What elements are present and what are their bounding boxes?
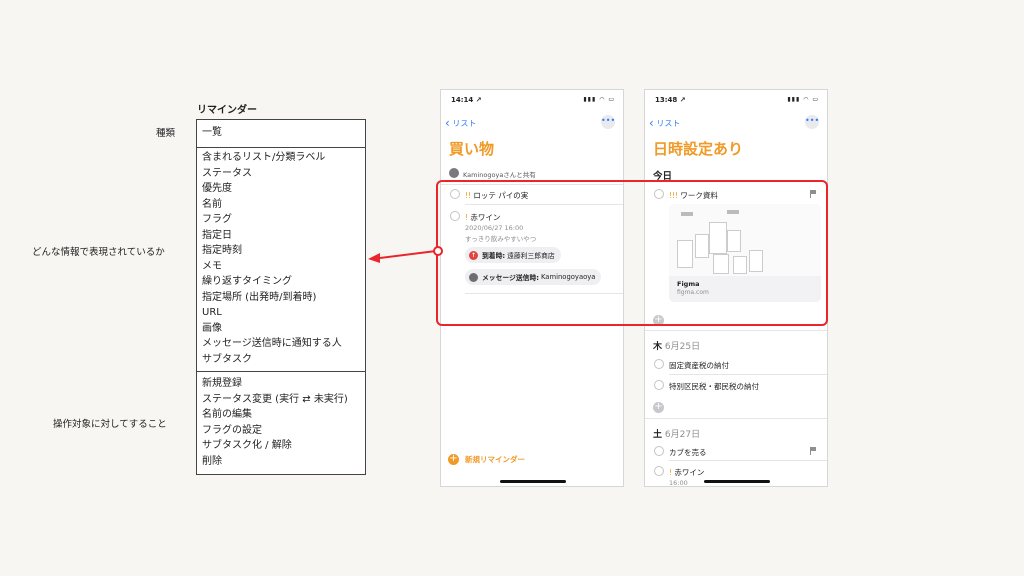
back-button[interactable]: ‹ リスト xyxy=(445,116,476,130)
op-item: 名前の編集 xyxy=(202,409,252,420)
reminder-name: 赤ワイン xyxy=(674,468,705,477)
reminder-item[interactable]: 固定資産税の納付 xyxy=(669,360,729,371)
info-item: サブタスク xyxy=(202,353,252,365)
section-date: 6月25日 xyxy=(664,342,701,352)
kind-item: 一覧 xyxy=(202,127,222,138)
row-label-info: どんな情報で表現されているか xyxy=(32,247,165,258)
highlight-box xyxy=(436,180,828,326)
info-item: 含まれるリスト/分類ラベル xyxy=(202,152,326,163)
section-thursday: 木 6月25日 xyxy=(653,339,700,352)
info-item: 繰り返すタイミング xyxy=(202,276,292,287)
home-indicator[interactable] xyxy=(500,480,566,483)
op-item: サブタスク化 / 解除 xyxy=(202,440,292,451)
reminder-item[interactable]: カブを売る xyxy=(669,447,707,458)
reminder-table: 一覧 含まれるリスト/分類ラベル ステータス 優先度 名前 フラグ 指定日 指定… xyxy=(196,119,366,475)
info-item: 指定日 xyxy=(202,229,232,241)
reminder-item[interactable]: 特別区民税・都民税の納付 xyxy=(669,381,759,392)
status-time: 14:14 ↗ xyxy=(451,96,482,104)
status-icons: ▮▮▮ ◠ ▭ xyxy=(583,96,615,103)
more-button[interactable]: ••• xyxy=(601,115,615,129)
info-section: 含まれるリスト/分類ラベル ステータス 優先度 名前 フラグ 指定日 指定時刻 … xyxy=(197,148,365,372)
reminder-item[interactable]: ! 赤ワイン xyxy=(669,467,704,478)
new-reminder-button[interactable]: + 新規リマインダー xyxy=(448,454,525,465)
new-reminder-label: 新規リマインダー xyxy=(465,455,525,464)
divider xyxy=(669,460,827,461)
status-time: 13:48 ↗ xyxy=(655,96,686,104)
section-day: 土 xyxy=(653,430,663,440)
op-item: ステータス変更 (実行 ⇄ 未実行) xyxy=(202,393,348,405)
table-title: リマインダー xyxy=(197,105,257,116)
info-item: 指定場所 (出発時/到着時) xyxy=(202,291,317,303)
op-item: 新規登録 xyxy=(202,378,242,389)
info-item: 画像 xyxy=(202,322,222,334)
divider xyxy=(645,418,827,419)
info-item: 優先度 xyxy=(202,183,232,194)
complete-checkbox[interactable] xyxy=(654,466,664,476)
more-button[interactable]: ••• xyxy=(805,115,819,129)
row-label-kind: 種類 xyxy=(156,128,176,139)
kind-section: 一覧 xyxy=(197,120,365,148)
section-saturday: 土 6月27日 xyxy=(653,427,700,440)
flag-icon xyxy=(810,447,817,455)
chevron-left-icon: ‹ xyxy=(445,116,450,130)
info-item: 名前 xyxy=(202,198,222,210)
back-label: リスト xyxy=(452,119,477,128)
avatar xyxy=(449,168,459,178)
divider xyxy=(669,374,827,375)
home-indicator[interactable] xyxy=(704,480,770,483)
info-item: URL xyxy=(202,307,222,318)
info-item: メモ xyxy=(202,260,222,272)
op-item: フラグの設定 xyxy=(202,424,262,436)
plus-circle-icon: + xyxy=(448,453,459,465)
divider xyxy=(645,330,827,331)
info-item: フラグ xyxy=(202,214,232,225)
info-item: ステータス xyxy=(202,167,252,179)
complete-checkbox[interactable] xyxy=(654,380,664,390)
status-icons: ▮▮▮ ◠ ▭ xyxy=(787,96,819,103)
chevron-left-icon: ‹ xyxy=(649,116,654,130)
info-item: 指定時刻 xyxy=(202,245,242,256)
back-button[interactable]: ‹ リスト xyxy=(649,116,680,130)
priority-mark: ! xyxy=(669,468,673,477)
list-title: 買い物 xyxy=(449,140,495,158)
ops-section: 新規登録 ステータス変更 (実行 ⇄ 未実行) 名前の編集 フラグの設定 サブタ… xyxy=(197,372,365,475)
pointer-arrow xyxy=(368,246,443,263)
section-day: 木 xyxy=(653,342,663,352)
list-title: 日時設定あり xyxy=(653,140,744,158)
info-item: メッセージ送信時に通知する人 xyxy=(202,338,342,349)
back-label: リスト xyxy=(656,119,681,128)
op-item: 削除 xyxy=(202,455,222,467)
row-label-ops: 操作対象に対してすること xyxy=(53,419,167,430)
complete-checkbox[interactable] xyxy=(654,446,664,456)
add-reminder-icon[interactable]: + xyxy=(653,402,664,413)
reminder-time: 16:00 xyxy=(669,479,688,487)
shared-label: Kaminogoyaさんと共有 xyxy=(463,171,536,179)
section-date: 6月27日 xyxy=(664,430,701,440)
complete-checkbox[interactable] xyxy=(654,359,664,369)
